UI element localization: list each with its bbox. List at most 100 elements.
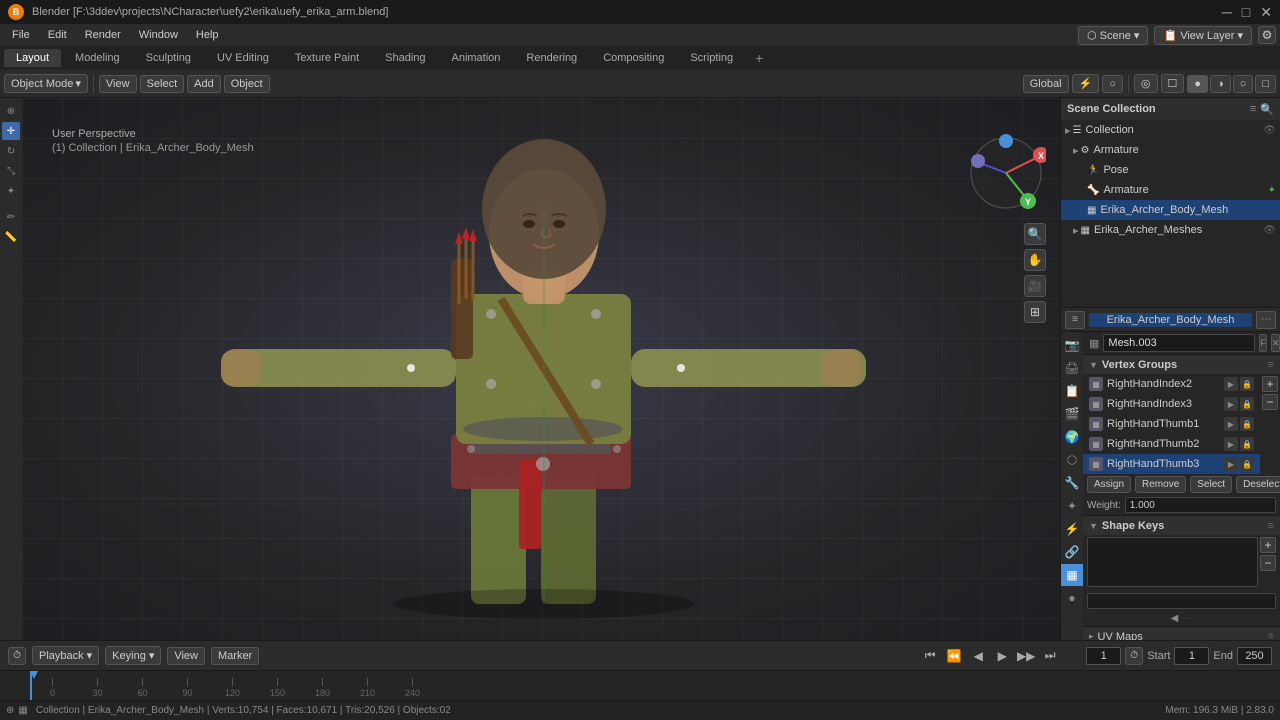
- scene-selector[interactable]: ⬡ Scene ▾: [1078, 26, 1148, 45]
- vg-remove-btn[interactable]: −: [1262, 394, 1278, 410]
- properties-more-btn[interactable]: ⋯: [1256, 311, 1276, 329]
- viewport[interactable]: User Perspective (1) Collection | Erika_…: [22, 98, 1060, 640]
- vg-select-btn-4[interactable]: ▶: [1224, 457, 1238, 471]
- navigation-gizmo[interactable]: X Y: [966, 133, 1046, 213]
- title-bar-controls[interactable]: ─ □ ✕: [1222, 4, 1272, 21]
- select-menu[interactable]: Select: [140, 75, 185, 93]
- add-menu[interactable]: Add: [187, 75, 221, 93]
- vg-select-btn-3[interactable]: ▶: [1224, 437, 1238, 451]
- prop-icon-physics[interactable]: ⚡: [1061, 518, 1083, 540]
- shape-keys-list[interactable]: [1087, 537, 1258, 587]
- vg-lock-btn-1[interactable]: 🔒: [1240, 397, 1254, 411]
- render-solid[interactable]: ●: [1187, 75, 1208, 93]
- preferences-button[interactable]: ⚙: [1258, 26, 1276, 44]
- uv-maps-section-header[interactable]: ▸ UV Maps ≡: [1083, 626, 1280, 640]
- transport-step-back[interactable]: ◀: [968, 646, 988, 666]
- close-button[interactable]: ✕: [1260, 4, 1272, 21]
- add-workspace-button[interactable]: +: [747, 47, 771, 69]
- tab-texture-paint[interactable]: Texture Paint: [283, 49, 371, 67]
- mode-selector[interactable]: Object Mode ▾: [4, 74, 88, 93]
- transport-play[interactable]: ▶: [992, 646, 1012, 666]
- menu-file[interactable]: File: [4, 27, 38, 43]
- view-menu[interactable]: View: [167, 647, 205, 665]
- prop-icon-view-layer[interactable]: 📋: [1061, 380, 1083, 402]
- vg-lock-btn-0[interactable]: 🔒: [1240, 377, 1254, 391]
- tool-rotate[interactable]: ↻: [2, 142, 20, 160]
- uv-sort-icon[interactable]: ≡: [1268, 631, 1274, 640]
- viewport-lock[interactable]: ⊞: [1024, 301, 1046, 323]
- tab-sculpting[interactable]: Sculpting: [134, 49, 203, 67]
- tool-transform[interactable]: ✦: [2, 182, 20, 200]
- vg-sort-icon[interactable]: ≡: [1268, 359, 1274, 371]
- snap-button[interactable]: ⚡: [1072, 74, 1100, 93]
- prop-icon-constraints[interactable]: 🔗: [1061, 541, 1083, 563]
- viewport-camera[interactable]: 🎥: [1024, 275, 1046, 297]
- vg-remove-sel-btn[interactable]: Remove: [1135, 476, 1186, 493]
- vg-item-3[interactable]: ▦ RightHandThumb2 ▶ 🔒: [1083, 434, 1260, 454]
- overlay-button[interactable]: ◎: [1134, 74, 1158, 93]
- outliner-item-meshes[interactable]: ▸ ▦ Erika_Archer_Meshes 👁: [1061, 220, 1280, 240]
- outliner-item-collection[interactable]: ▸ ☰ Collection 👁: [1061, 120, 1280, 140]
- keying-menu[interactable]: Keying ▾: [105, 646, 161, 665]
- collection-eye[interactable]: 👁: [1263, 125, 1276, 136]
- mesh-name-input[interactable]: [1103, 334, 1255, 352]
- menu-window[interactable]: Window: [131, 27, 186, 43]
- tab-uv-editing[interactable]: UV Editing: [205, 49, 281, 67]
- vg-item-2[interactable]: ▦ RightHandThumb1 ▶ 🔒: [1083, 414, 1260, 434]
- vg-lock-btn-3[interactable]: 🔒: [1240, 437, 1254, 451]
- prop-icon-object[interactable]: ⬡: [1061, 449, 1083, 471]
- tab-shading[interactable]: Shading: [373, 49, 437, 67]
- start-frame-input[interactable]: [1174, 647, 1209, 665]
- prop-icon-material[interactable]: ●: [1061, 587, 1083, 609]
- tab-layout[interactable]: Layout: [4, 49, 61, 67]
- shape-keys-section-header[interactable]: ▼ Shape Keys ≡: [1083, 515, 1280, 535]
- prop-icon-scene[interactable]: 🎬: [1061, 403, 1083, 425]
- object-menu[interactable]: Object: [224, 75, 270, 93]
- vg-select-btn[interactable]: Select: [1190, 476, 1232, 493]
- mesh-fake-user-btn[interactable]: F: [1259, 334, 1267, 352]
- vg-item-4[interactable]: ▦ RightHandThumb3 ▶ 🔒: [1083, 454, 1260, 474]
- transform-selector[interactable]: Global: [1023, 75, 1069, 93]
- sk-add-btn[interactable]: +: [1260, 537, 1276, 553]
- tab-rendering[interactable]: Rendering: [514, 49, 589, 67]
- timeline-mode-btn[interactable]: ⏱: [8, 647, 26, 665]
- outliner-filter-icon[interactable]: ≡: [1250, 103, 1256, 116]
- view-menu[interactable]: View: [99, 75, 137, 93]
- outliner-item-armature[interactable]: 🦴 Armature ✦: [1061, 180, 1280, 200]
- vg-assign-btn[interactable]: Assign: [1087, 476, 1131, 493]
- vertex-groups-section-header[interactable]: ▼ Vertex Groups ≡: [1083, 354, 1280, 374]
- transport-jump-start[interactable]: ⏮: [920, 646, 940, 666]
- shape-key-slider[interactable]: [1087, 593, 1276, 609]
- sk-remove-btn[interactable]: −: [1260, 555, 1276, 571]
- current-frame-input[interactable]: [1086, 647, 1121, 665]
- vg-weight-input[interactable]: 1.000: [1125, 497, 1276, 513]
- tool-measure[interactable]: 📏: [2, 228, 20, 246]
- vg-select-btn-1[interactable]: ▶: [1224, 397, 1238, 411]
- prop-icon-modifier[interactable]: 🔧: [1061, 472, 1083, 494]
- outliner-search-icon[interactable]: 🔍: [1260, 103, 1274, 116]
- vg-select-btn-0[interactable]: ▶: [1224, 377, 1238, 391]
- meshes-eye[interactable]: 👁: [1263, 225, 1276, 236]
- menu-help[interactable]: Help: [188, 27, 227, 43]
- viewport-pan[interactable]: ✋: [1024, 249, 1046, 271]
- tab-scripting[interactable]: Scripting: [678, 49, 745, 67]
- menu-edit[interactable]: Edit: [40, 27, 75, 43]
- prop-icon-render[interactable]: 📷: [1061, 334, 1083, 356]
- outliner-item-armature-group[interactable]: ▸ ⚙ Armature: [1061, 140, 1280, 160]
- tool-move[interactable]: ✛: [2, 122, 20, 140]
- render-rendered[interactable]: ○: [1233, 75, 1254, 93]
- prop-icon-data[interactable]: ▦: [1061, 564, 1083, 586]
- vg-lock-btn-2[interactable]: 🔒: [1240, 417, 1254, 431]
- tab-modeling[interactable]: Modeling: [63, 49, 132, 67]
- tab-animation[interactable]: Animation: [440, 49, 513, 67]
- vg-add-btn[interactable]: +: [1262, 376, 1278, 392]
- playback-menu[interactable]: Playback ▾: [32, 646, 99, 665]
- viewport-zoom-extents[interactable]: 🔍: [1024, 223, 1046, 245]
- outliner-item-body-mesh[interactable]: ▦ Erika_Archer_Body_Mesh: [1061, 200, 1280, 220]
- xray-button[interactable]: ☐: [1161, 74, 1185, 93]
- transport-step-forward[interactable]: ▶▶: [1016, 646, 1036, 666]
- menu-render[interactable]: Render: [77, 27, 129, 43]
- prop-icon-world[interactable]: 🌍: [1061, 426, 1083, 448]
- transport-prev-keyframe[interactable]: ⏪: [944, 646, 964, 666]
- outliner-item-pose[interactable]: 🏃 Pose: [1061, 160, 1280, 180]
